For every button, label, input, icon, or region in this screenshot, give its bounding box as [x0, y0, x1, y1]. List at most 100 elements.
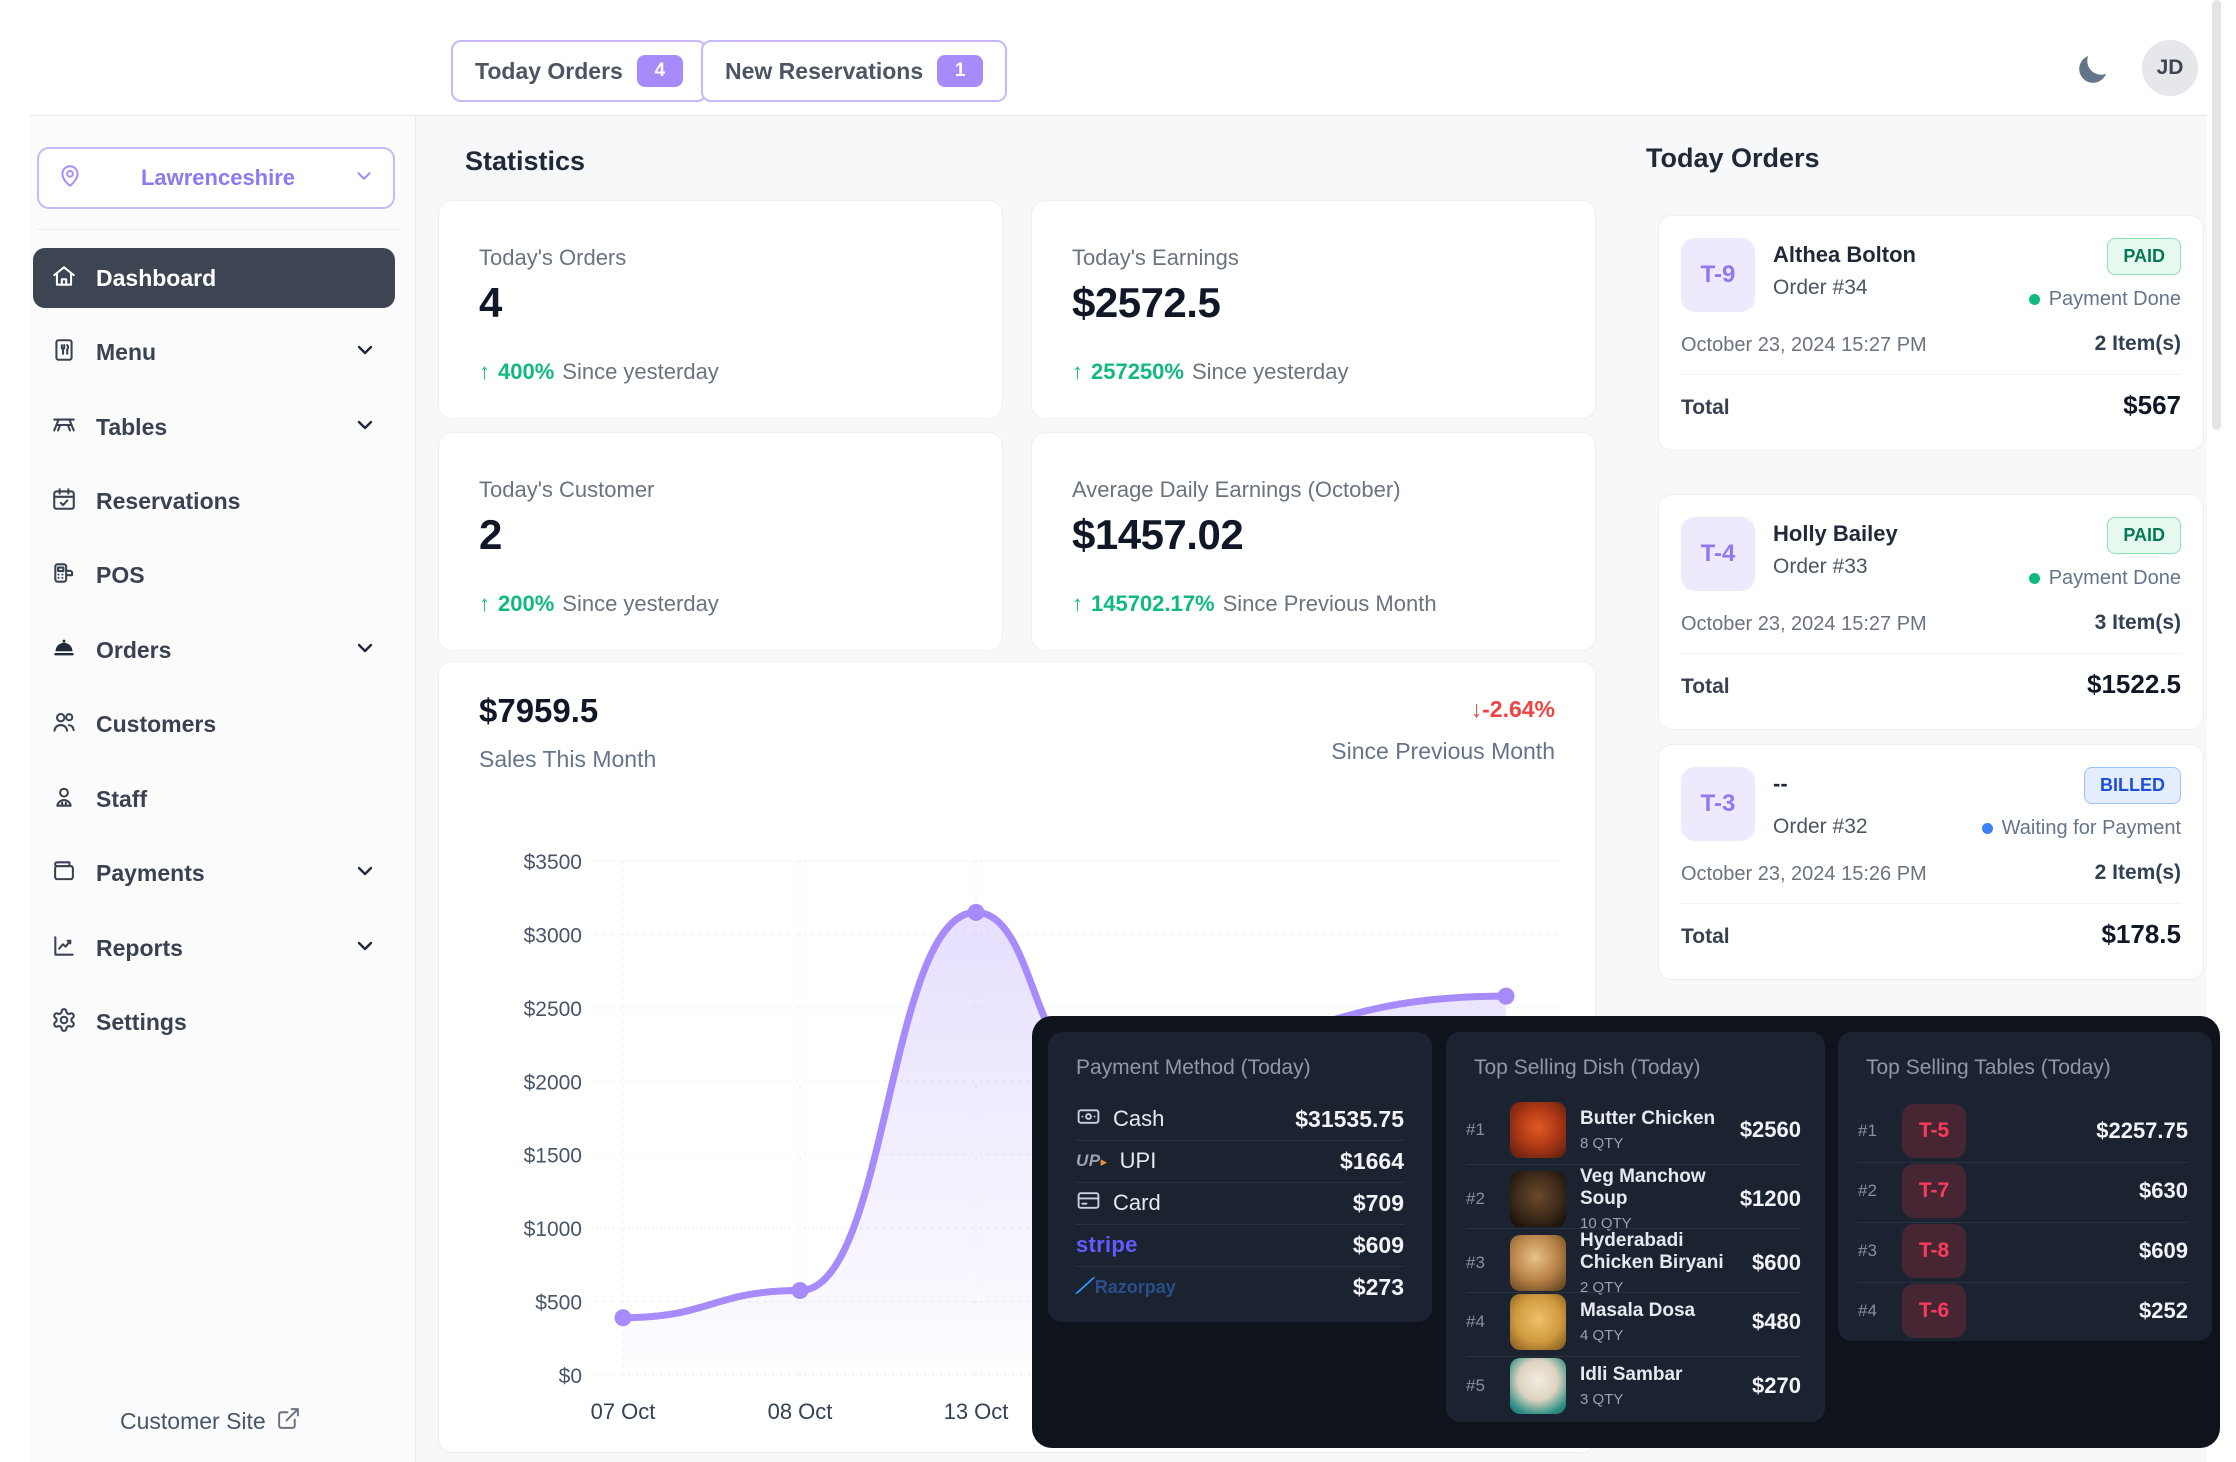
sidebar-item-label: Orders: [96, 637, 171, 664]
payment-status: Waiting for Payment: [2002, 817, 2181, 840]
pos-terminal-icon: [51, 560, 77, 591]
rank-label: #3: [1466, 1253, 1496, 1273]
sidebar-item-reports[interactable]: Reports: [33, 918, 395, 978]
sidebar-item-tables[interactable]: Tables: [33, 397, 395, 457]
dark-mode-toggle[interactable]: [2072, 50, 2112, 90]
rank-label: #4: [1858, 1301, 1888, 1321]
payment-amount: $609: [1353, 1232, 1404, 1259]
up-arrow-icon: ↑: [479, 359, 490, 385]
top-selling-tables-title: Top Selling Tables (Today): [1866, 1056, 2111, 1080]
dish-amount: $1200: [1740, 1186, 1801, 1212]
gear-icon: [51, 1007, 77, 1038]
sidebar-item-staff[interactable]: Staff: [33, 769, 395, 829]
chart-icon: [51, 933, 77, 964]
table-row: #1 T-5 $2257.75: [1858, 1104, 2188, 1158]
credit-card-icon: [1076, 1188, 1101, 1218]
dish-row: #4 Masala Dosa4 QTY $480: [1466, 1294, 1801, 1350]
up-arrow-icon: ↑: [1072, 359, 1083, 385]
avatar-initials: JD: [2157, 56, 2184, 80]
svg-text:08 Oct: 08 Oct: [768, 1399, 833, 1424]
sidebar-item-settings[interactable]: Settings: [33, 992, 395, 1052]
stat-note: Since yesterday: [562, 359, 719, 385]
sidebar-item-dashboard[interactable]: Dashboard: [33, 248, 395, 308]
stat-delta: 200%: [498, 591, 554, 617]
total-label: Total: [1681, 675, 1730, 699]
table-chip: T-4: [1681, 517, 1755, 591]
stat-card-todays-earnings: Today's Earnings $2572.5 ↑257250%Since y…: [1031, 200, 1596, 419]
customer-name: --: [1773, 771, 1788, 797]
divider: [1681, 374, 2181, 375]
home-icon: [51, 263, 77, 294]
users-icon: [51, 709, 77, 740]
dish-name: Veg Manchow Soup: [1580, 1166, 1726, 1210]
dish-photo: [1510, 1294, 1566, 1350]
chevron-down-icon: [353, 859, 377, 888]
payment-status: Payment Done: [2049, 288, 2181, 311]
rank-label: #1: [1858, 1121, 1888, 1141]
customer-name: Holly Bailey: [1773, 521, 1898, 547]
status-badge: PAID: [2107, 517, 2181, 554]
order-datetime: October 23, 2024 15:27 PM: [1681, 334, 1927, 357]
payment-method-name: Card: [1113, 1190, 1161, 1216]
stat-delta: 257250%: [1091, 359, 1184, 385]
stat-note: Since yesterday: [562, 591, 719, 617]
order-datetime: October 23, 2024 15:27 PM: [1681, 613, 1927, 636]
table-row: #3 T-8 $609: [1858, 1224, 2188, 1278]
sidebar-item-customers[interactable]: Customers: [33, 694, 395, 754]
new-reservations-count-badge: 1: [937, 55, 983, 87]
table-chip: T-7: [1902, 1164, 1966, 1218]
stat-label: Today's Earnings: [1072, 245, 1239, 271]
today-orders-button[interactable]: Today Orders 4: [451, 40, 707, 102]
payment-status-dot: [2029, 573, 2040, 584]
payment-method-panel: Payment Method (Today) Cash $31535.75 UP…: [1048, 1032, 1432, 1322]
rank-label: #5: [1466, 1376, 1496, 1396]
table-chip: T-8: [1902, 1224, 1966, 1278]
table-amount: $630: [2139, 1178, 2188, 1204]
dish-photo: [1510, 1171, 1566, 1227]
insights-overlay: Payment Method (Today) Cash $31535.75 UP…: [1032, 1016, 2220, 1448]
location-select[interactable]: Lawrenceshire: [37, 147, 395, 209]
payment-method-name: Cash: [1113, 1106, 1164, 1132]
table-chip: T-3: [1681, 767, 1755, 841]
stat-label: Today's Orders: [479, 245, 626, 271]
order-card[interactable]: T-4 Holly Bailey Order #33 PAID Payment …: [1658, 494, 2204, 730]
table-row: #4 T-6 $252: [1858, 1284, 2188, 1338]
dish-qty: 4 QTY: [1580, 1327, 1695, 1344]
payment-amount: $1664: [1340, 1148, 1404, 1175]
customer-site-label: Customer Site: [120, 1408, 266, 1435]
rank-label: #2: [1466, 1189, 1496, 1209]
table-amount: $2257.75: [2096, 1118, 2188, 1144]
table-icon: [51, 412, 77, 443]
sidebar-item-pos[interactable]: POS: [33, 545, 395, 605]
payment-row-card: Card $709: [1076, 1182, 1404, 1224]
sidebar-item-menu[interactable]: Menu: [33, 322, 395, 382]
dish-name: Masala Dosa: [1580, 1300, 1695, 1322]
total-label: Total: [1681, 396, 1730, 420]
cloche-icon: [51, 635, 77, 666]
payment-method-title: Payment Method (Today): [1076, 1056, 1311, 1080]
order-card[interactable]: T-9 Althea Bolton Order #34 PAID Payment…: [1658, 215, 2204, 451]
chevron-down-icon: [353, 934, 377, 963]
location-pin-icon: [57, 163, 83, 194]
sidebar-item-label: POS: [96, 562, 145, 589]
table-chip: T-6: [1902, 1284, 1966, 1338]
order-datetime: October 23, 2024 15:26 PM: [1681, 863, 1927, 886]
sidebar-item-payments[interactable]: Payments: [33, 843, 395, 903]
user-avatar[interactable]: JD: [2142, 40, 2198, 96]
customer-site-link[interactable]: Customer Site: [120, 1406, 301, 1437]
page-scrollbar[interactable]: [2212, 0, 2221, 430]
payment-amount: $709: [1353, 1190, 1404, 1217]
new-reservations-button[interactable]: New Reservations 1: [701, 40, 1007, 102]
dish-amount: $270: [1752, 1373, 1801, 1399]
rank-label: #2: [1858, 1181, 1888, 1201]
sidebar-item-label: Menu: [96, 339, 156, 366]
stat-value: $1457.02: [1072, 511, 1243, 559]
sidebar-item-orders[interactable]: Orders: [33, 620, 395, 680]
stat-note: Since Previous Month: [1223, 591, 1437, 617]
sidebar-item-label: Reservations: [96, 488, 240, 515]
dish-qty: 8 QTY: [1580, 1135, 1715, 1152]
payment-status: Payment Done: [2049, 567, 2181, 590]
order-card[interactable]: T-3 -- Order #32 BILLED Waiting for Paym…: [1658, 744, 2204, 980]
sidebar-item-reservations[interactable]: Reservations: [33, 471, 395, 531]
svg-text:$2000: $2000: [524, 1071, 582, 1094]
